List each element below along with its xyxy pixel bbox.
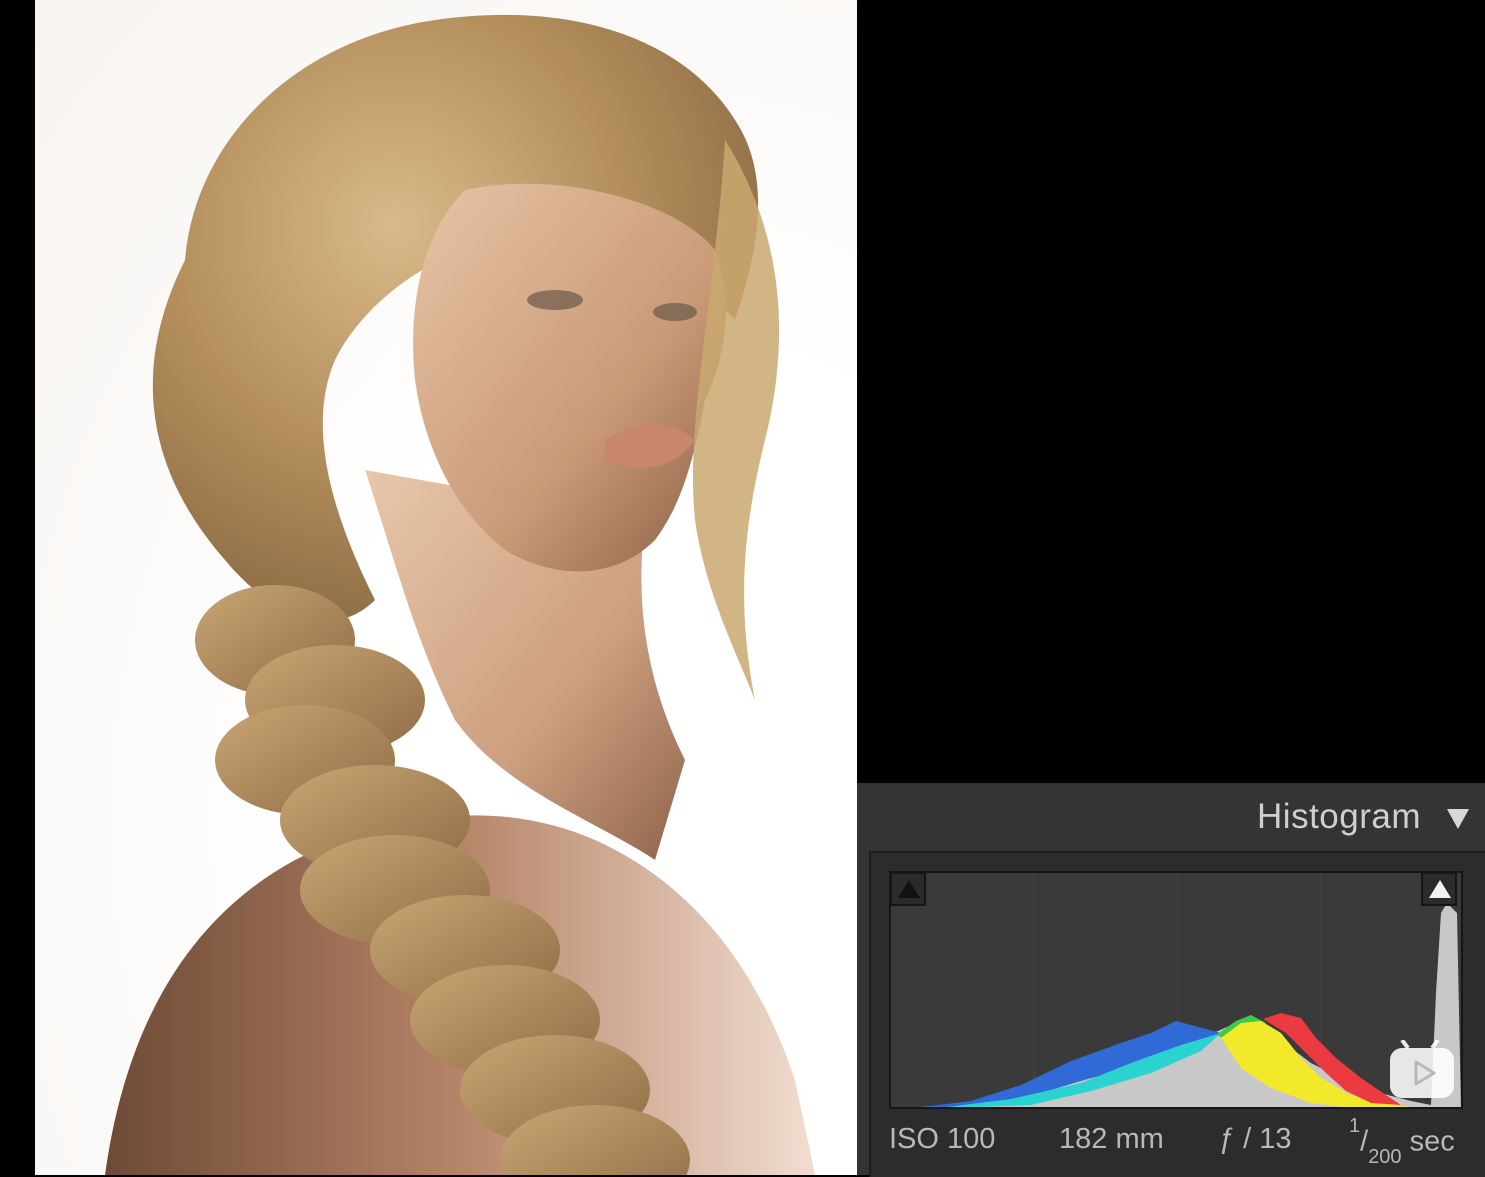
shadow-clip-triangle-icon [898,880,920,898]
triangle-down-icon[interactable] [1445,805,1471,831]
shutter-numerator: 1 [1349,1115,1361,1137]
shutter-unit: sec [1409,1125,1455,1158]
highlight-clip-triangle-icon [1429,880,1451,898]
focal-length-value: 182 mm [1059,1123,1164,1155]
shutter-denominator: 200 [1368,1146,1402,1169]
highlight-clip-button[interactable] [1421,872,1457,906]
histogram-graph[interactable] [889,871,1463,1109]
histogram-gray-channel [921,903,1461,1107]
play-button-icon[interactable] [1388,1040,1456,1100]
shutter-speed-value: 1/200 sec [1349,1115,1455,1169]
photo-canvas [35,0,857,1175]
portrait-photo [105,14,815,1175]
empty-dark-area [857,0,1485,783]
panel-title: Histogram [1257,797,1421,836]
exif-info-row: ISO 100 182 mm ƒ / 13 1/200 sec [889,1115,1463,1169]
histogram-panel-header[interactable]: Histogram [857,783,1485,851]
aperture-value: ƒ / 13 [1219,1123,1292,1155]
iso-value: ISO 100 [889,1123,996,1155]
shadow-clip-button[interactable] [890,872,926,906]
